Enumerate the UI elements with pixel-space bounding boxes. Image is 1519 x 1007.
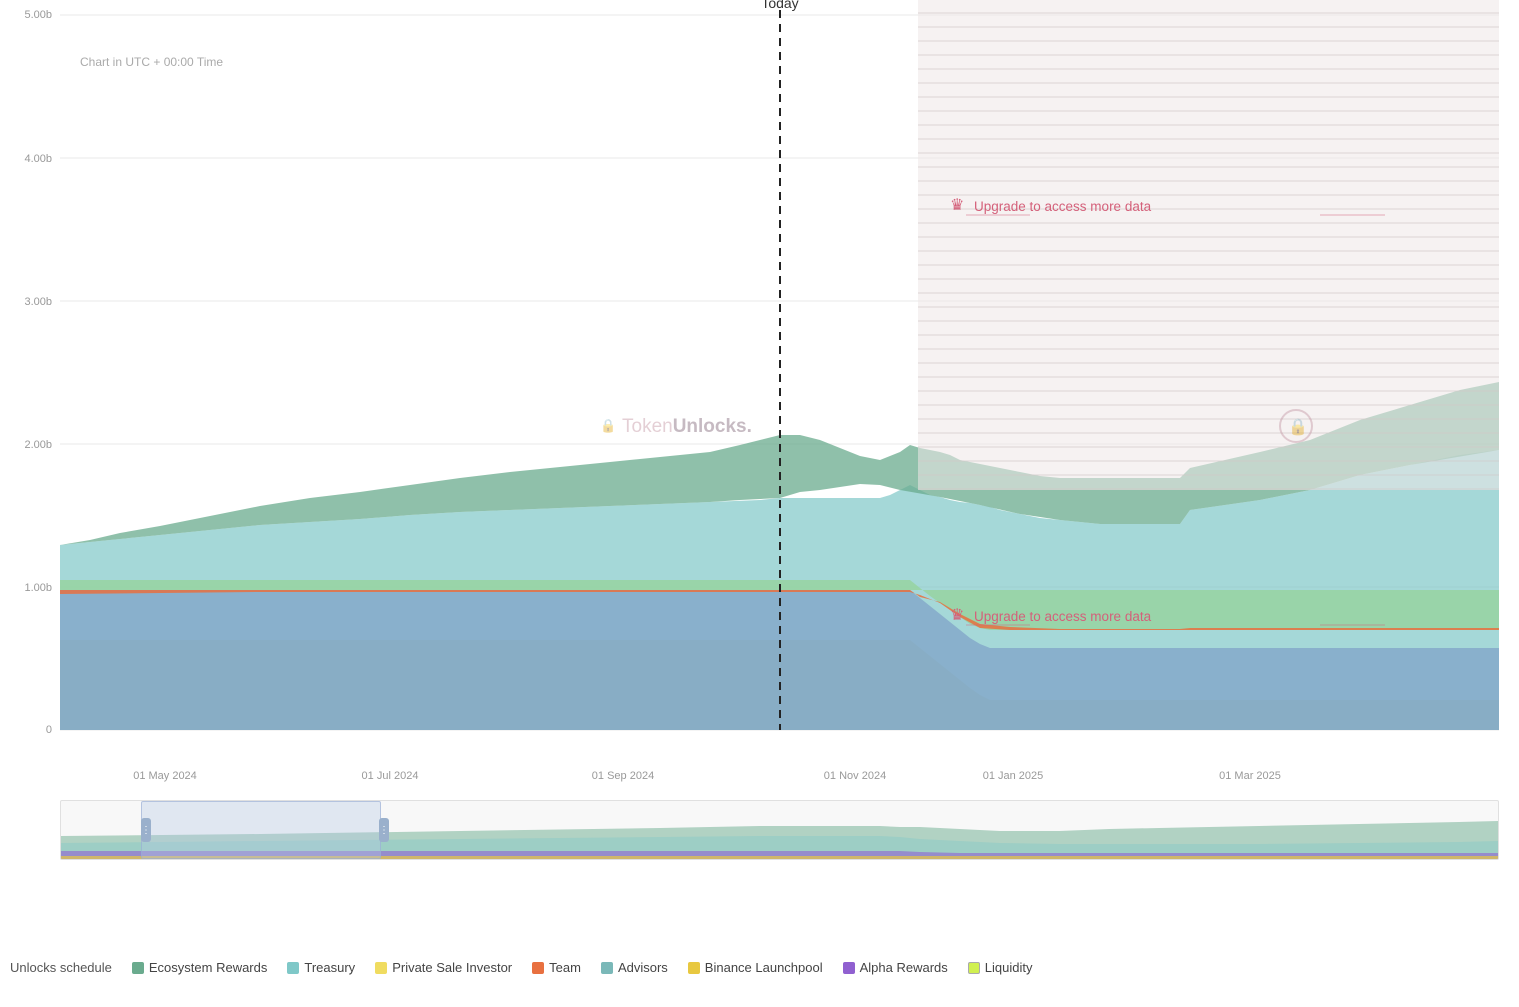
legend-label-private-sale: Private Sale Investor xyxy=(392,960,512,975)
legend-binance-launchpool[interactable]: Binance Launchpool xyxy=(688,960,823,975)
today-label: Today xyxy=(761,0,798,11)
legend-private-sale[interactable]: Private Sale Investor xyxy=(375,960,512,975)
legend-label-ecosystem: Ecosystem Rewards xyxy=(149,960,267,975)
legend-label-liquidity: Liquidity xyxy=(985,960,1033,975)
svg-text:♛: ♛ xyxy=(950,197,964,214)
legend-alpha-rewards[interactable]: Alpha Rewards xyxy=(843,960,948,975)
minimap-handle-right[interactable] xyxy=(379,818,389,842)
legend-dot-team xyxy=(532,962,544,974)
legend-label-binance: Binance Launchpool xyxy=(705,960,823,975)
x-label-mar: 01 Mar 2025 xyxy=(1219,770,1281,782)
legend-unlocks-schedule: Unlocks schedule xyxy=(10,960,112,975)
minimap xyxy=(60,800,1499,860)
legend-ecosystem-rewards[interactable]: Ecosystem Rewards xyxy=(132,960,267,975)
y-axis: 5.00b 4.00b 3.00b 2.00b 1.00b 0 xyxy=(0,0,60,760)
x-label-may: 01 May 2024 xyxy=(133,770,197,782)
legend-label-advisors: Advisors xyxy=(618,960,668,975)
legend-dot-advisors xyxy=(601,962,613,974)
legend-dot-liquidity xyxy=(968,962,980,974)
minimap-handle-left[interactable] xyxy=(141,818,151,842)
legend-dot-binance xyxy=(688,962,700,974)
chart-svg: Today ♛ Upgrade to access more data ♛ Up… xyxy=(60,0,1499,750)
y-label-0: 0 xyxy=(46,724,52,736)
svg-text:Upgrade to access more data: Upgrade to access more data xyxy=(974,609,1152,624)
svg-text:♛: ♛ xyxy=(950,607,964,624)
y-label-400: 4.00b xyxy=(24,153,52,165)
y-label-100: 1.00b xyxy=(24,582,52,594)
legend-advisors[interactable]: Advisors xyxy=(601,960,668,975)
legend-dot-private-sale xyxy=(375,962,387,974)
legend-team[interactable]: Team xyxy=(532,960,581,975)
y-label-500: 5.00b xyxy=(24,9,52,21)
legend-treasury[interactable]: Treasury xyxy=(287,960,355,975)
x-label-nov: 01 Nov 2024 xyxy=(824,770,886,782)
x-label-jul: 01 Jul 2024 xyxy=(362,770,419,782)
legend-dot-ecosystem xyxy=(132,962,144,974)
y-label-200: 2.00b xyxy=(24,439,52,451)
minimap-selection[interactable] xyxy=(141,801,381,859)
x-label-jan: 01 Jan 2025 xyxy=(983,770,1044,782)
legend: Unlocks schedule Ecosystem Rewards Treas… xyxy=(0,960,1519,975)
svg-text:🔒: 🔒 xyxy=(1288,418,1308,436)
legend-liquidity[interactable]: Liquidity xyxy=(968,960,1033,975)
x-label-sep: 01 Sep 2024 xyxy=(592,770,654,782)
y-label-300: 3.00b xyxy=(24,296,52,308)
watermark: 🔒 TokenUnlocks. xyxy=(600,416,752,437)
legend-label-treasury: Treasury xyxy=(304,960,355,975)
legend-label-unlocks-schedule: Unlocks schedule xyxy=(10,960,112,975)
legend-dot-alpha xyxy=(843,962,855,974)
chart-container: Chart in UTC + 00:00 Time 5.00b 4.00b 3.… xyxy=(0,0,1519,1007)
svg-text:TokenUnlocks.: TokenUnlocks. xyxy=(622,416,752,437)
svg-text:🔒: 🔒 xyxy=(600,418,616,433)
legend-dot-treasury xyxy=(287,962,299,974)
svg-text:Upgrade to access more data: Upgrade to access more data xyxy=(974,199,1152,214)
legend-label-team: Team xyxy=(549,960,581,975)
legend-label-alpha: Alpha Rewards xyxy=(860,960,948,975)
